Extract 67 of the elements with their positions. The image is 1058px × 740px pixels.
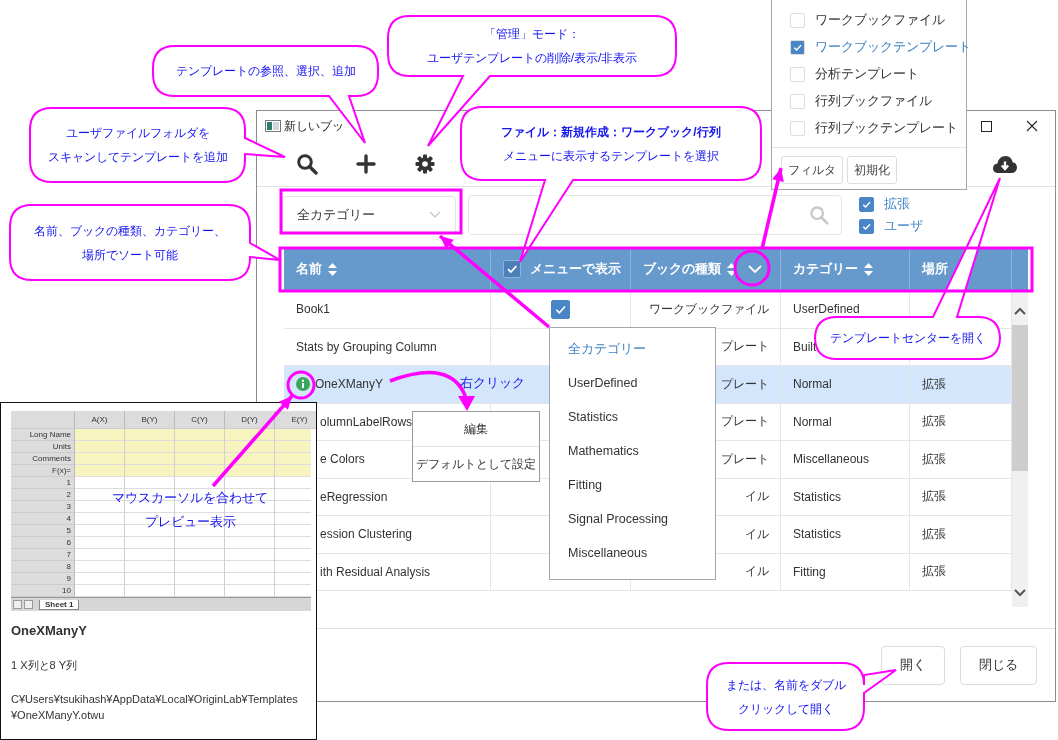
row-number: 7 [11, 549, 75, 561]
table-cell: プレート [721, 375, 769, 393]
annotation-text: 右クリック [460, 375, 525, 392]
table-cell: プレート [721, 413, 769, 431]
callout-text: または、名前をダブル [725, 676, 846, 694]
row-label: Comments [11, 453, 75, 465]
table-cell: ワークブックファイル [649, 300, 769, 318]
callout-text: テンプレートの参照、選択、追加 [175, 63, 356, 80]
callout-text: テンプレートセンターを開く [829, 330, 986, 347]
table-cell: Statistics [793, 489, 841, 504]
table-cell: イル [745, 525, 769, 543]
table-cell: イル [745, 563, 769, 581]
table-cell: 拡張 [922, 450, 946, 468]
table-cell: ession Clustering [320, 527, 413, 542]
table-cell: eRegression [320, 489, 388, 504]
column-header: D(Y) [225, 411, 275, 429]
annotation-text: マウスカーソルを合わせて [112, 490, 268, 507]
table-cell: olumnLabelRows [320, 414, 413, 429]
callout-text: クリックして開く [737, 700, 834, 718]
table-cell: 拡張 [922, 563, 946, 581]
callout-text: スキャンしてテンプレートを追加 [47, 149, 228, 166]
column-header: A(X) [75, 411, 125, 429]
row-number: 8 [11, 561, 75, 573]
table-cell: Normal [793, 414, 832, 429]
table-cell: Book1 [296, 302, 331, 317]
template-description: 1 X列と8 Y列 [11, 658, 79, 673]
table-cell: e Colors [320, 452, 365, 467]
table-cell: 拡張 [922, 413, 946, 431]
template-path: C¥Users¥tsukihash¥AppData¥Local¥OriginLab¥Templates¥OneXManyY.otwu [11, 692, 299, 723]
row-label: Long Name [11, 429, 75, 441]
table-cell: 拡張 [922, 488, 946, 506]
table-cell: Fitting [793, 564, 826, 579]
table-cell: プレート [721, 338, 769, 356]
table-cell: Miscellaneous [793, 452, 870, 467]
row-number: 2 [11, 489, 75, 501]
row-number: 9 [11, 573, 75, 585]
column-header: B(Y) [125, 411, 175, 429]
row-number: 5 [11, 525, 75, 537]
callout-text: 名前、ブックの種類、カテゴリー、 [34, 222, 226, 240]
row-number: 3 [11, 501, 75, 513]
callout-text: 「管理」モード： [484, 26, 580, 43]
column-header: C(Y) [175, 411, 225, 429]
table-cell: Statistics [793, 527, 841, 542]
table-cell: ith Residual Analysis [320, 564, 431, 579]
row-number: 6 [11, 537, 75, 549]
table-cell: OneXManyY [315, 377, 384, 392]
callout-text: ファイル：新規作成：ワークブック/行列 [501, 123, 721, 141]
table-cell: イル [745, 488, 769, 506]
table-cell: UserDefined [793, 302, 860, 317]
callout-text: ユーザテンプレートの削除/表示/非表示 [426, 50, 638, 67]
row-number: 4 [11, 513, 75, 525]
window-title: 新しいブッ [284, 117, 344, 135]
table-cell: 拡張 [922, 525, 946, 543]
row-number: 10 [11, 585, 75, 597]
row-label: F(x)= [11, 465, 75, 477]
table-cell: 拡張 [922, 375, 946, 393]
annotation-text: プレビュー表示 [144, 514, 236, 531]
callout-text: ユーザファイルフォルダを [65, 125, 210, 142]
callout-text: 場所でソート可能 [82, 246, 178, 264]
column-header: E(Y) [275, 411, 316, 429]
template-name: OneXManyY [11, 623, 88, 638]
table-cell: Stats by Grouping Column [296, 339, 437, 354]
callout-text: メニューに表示するテンプレートを選択 [503, 147, 719, 165]
row-number: 1 [11, 477, 75, 489]
row-label: Units [11, 441, 75, 453]
table-cell: プレート [721, 450, 769, 468]
table-cell: Normal [793, 377, 832, 392]
